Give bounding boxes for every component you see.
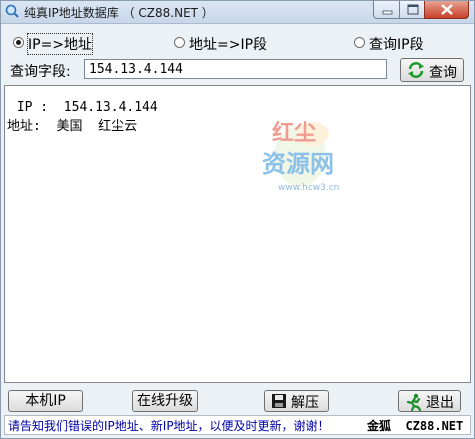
minimize-icon: [382, 10, 393, 15]
unzip-button[interactable]: 解压: [264, 390, 329, 412]
maximize-icon: [407, 4, 419, 15]
exit-button-label: 退出: [426, 395, 454, 411]
running-man-icon: [406, 393, 422, 411]
radio-label: 查询IP段: [369, 37, 424, 53]
radio-query-ip-range[interactable]: 查询IP段: [354, 34, 454, 53]
result-ip-line: IP : 154.13.4.144: [9, 100, 158, 115]
radio-label: IP=>地址: [26, 33, 94, 55]
query-field-label: 查询字段:: [10, 64, 71, 80]
svg-text:资源网: 资源网: [262, 149, 334, 178]
minimize-button[interactable]: [373, 1, 400, 19]
online-update-button[interactable]: 在线升级: [132, 390, 198, 412]
save-icon: [272, 394, 286, 408]
status-message: 请告知我们错误的IP地址、新IP地址，以便及时更新，谢谢！: [8, 419, 330, 433]
refresh-icon: [408, 62, 424, 78]
svg-text:www.hcw3.cn: www.hcw3.cn: [278, 183, 339, 193]
query-button[interactable]: 查询: [400, 58, 464, 82]
window-title: 纯真IP地址数据库 （ CZ88.NET ）: [24, 6, 214, 20]
close-button[interactable]: [424, 1, 469, 19]
unzip-button-label: 解压: [291, 395, 319, 411]
radio-address-to-ip-range[interactable]: 地址=>IP段: [174, 34, 274, 53]
watermark-logo: 红尘 资源网 www.hcw3.cn: [258, 116, 368, 208]
close-icon: [441, 4, 453, 15]
maximize-button[interactable]: [399, 1, 425, 19]
status-brand: 金狐 CZ88.NET: [367, 419, 464, 433]
svg-text:红尘: 红尘: [272, 120, 316, 146]
query-button-label: 查询: [429, 65, 457, 81]
query-input[interactable]: [84, 59, 387, 79]
radio-button[interactable]: [174, 37, 185, 48]
search-icon: [5, 4, 19, 18]
result-address-line: 地址: 美国 红尘云: [7, 119, 138, 134]
app-window: 纯真IP地址数据库 （ CZ88.NET ） IP=>地址 地址=>IP段 查询…: [0, 0, 475, 439]
title-bar[interactable]: 纯真IP地址数据库 （ CZ88.NET ）: [1, 1, 474, 24]
exit-button[interactable]: 退出: [398, 390, 461, 412]
radio-button[interactable]: [13, 37, 24, 48]
result-textarea[interactable]: 红尘 资源网 www.hcw3.cn IP : 154.13.4.144 地址:…: [4, 85, 471, 383]
local-ip-button[interactable]: 本机IP: [8, 390, 83, 412]
radio-button[interactable]: [354, 37, 365, 48]
radio-ip-to-address[interactable]: IP=>地址: [13, 33, 113, 55]
status-bar: 请告知我们错误的IP地址、新IP地址，以便及时更新，谢谢！ 金狐 CZ88.NE…: [4, 415, 471, 435]
radio-label: 地址=>IP段: [189, 37, 268, 53]
